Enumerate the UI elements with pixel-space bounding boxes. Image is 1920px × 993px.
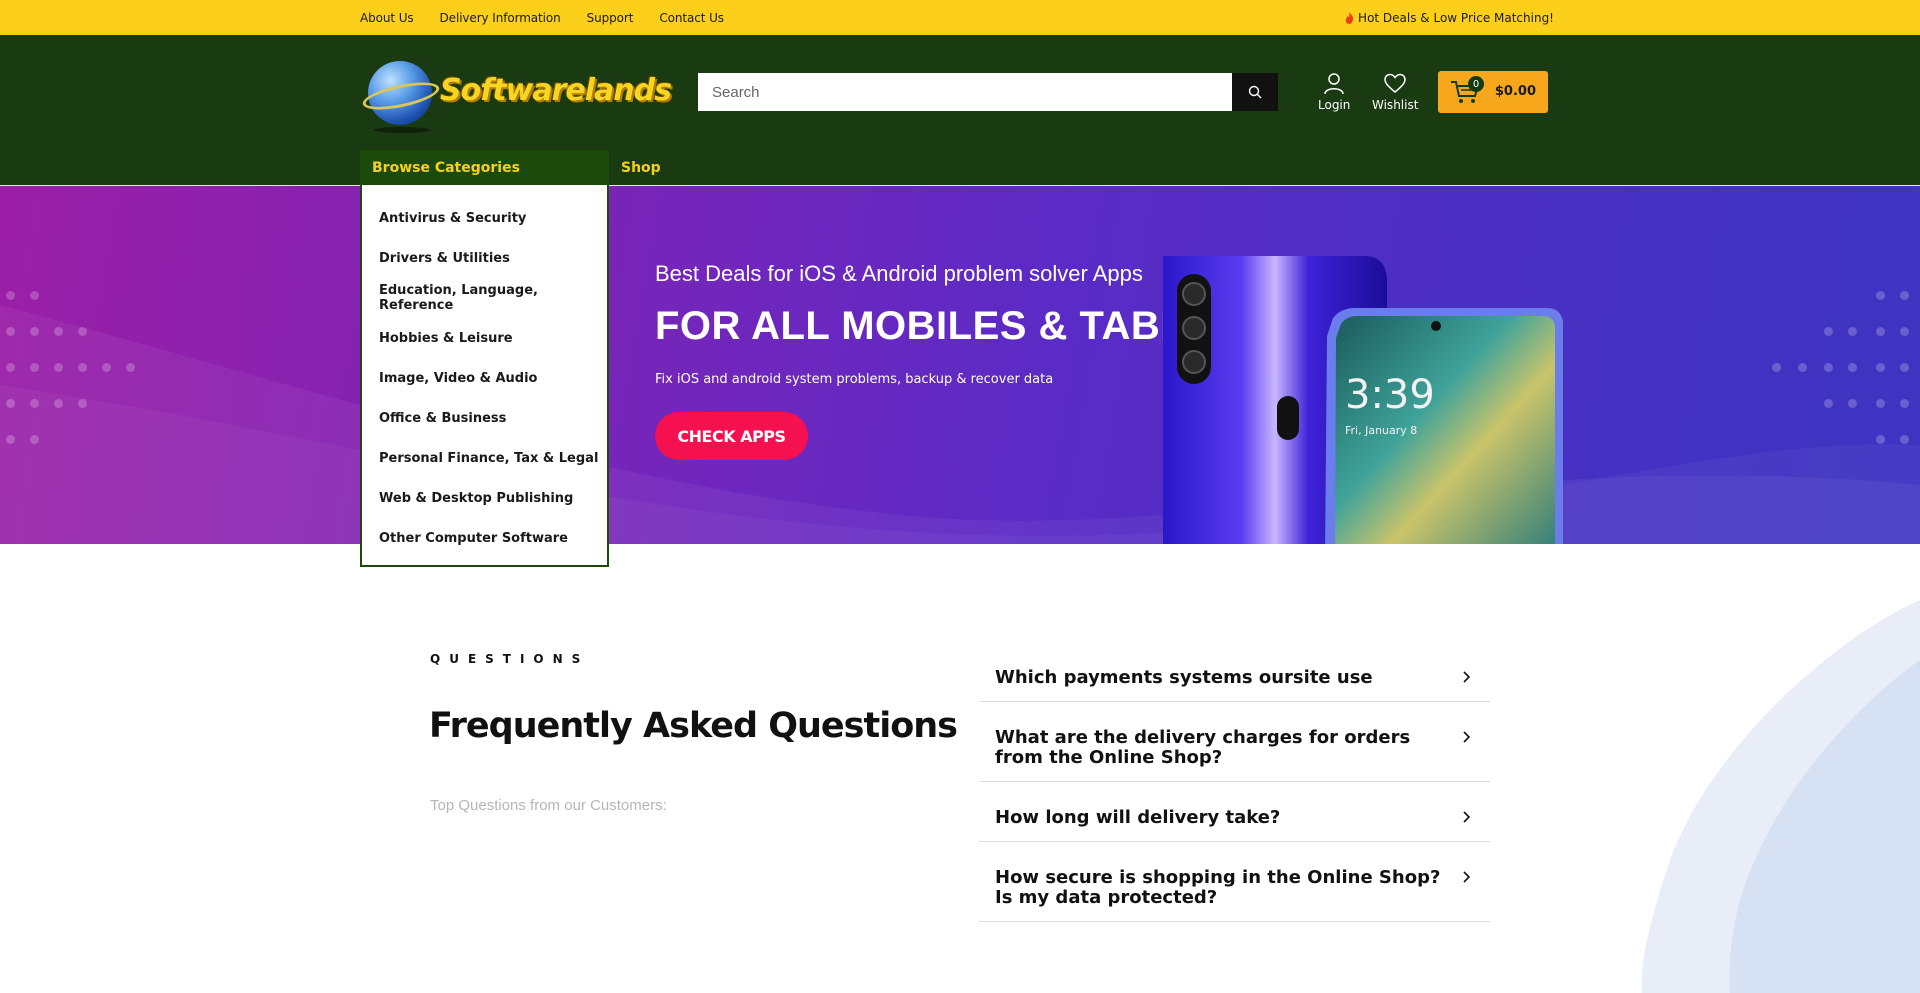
faq-subtitle: Top Questions from our Customers: [430,797,667,814]
search-button[interactable] [1232,73,1278,111]
support-link[interactable]: Support [587,11,634,25]
site-logo[interactable]: Softwarelands [360,59,672,133]
logo-shadow [374,127,430,133]
faq-title: Frequently Asked Questions [429,706,958,746]
logo-text: Softwarelands [440,73,672,108]
faq-item[interactable]: How long will delivery take? [979,795,1490,842]
wishlist-label: Wishlist [1372,98,1419,112]
promo-text: Hot Deals & Low Price Matching! [1358,10,1554,25]
promo-banner: Hot Deals & Low Price Matching! [1345,0,1554,35]
hero-wave-decoration [0,305,1920,544]
faq-question: What are the delivery charges for orders… [995,727,1411,768]
category-item[interactable]: Drivers & Utilities [362,238,607,278]
wishlist-button[interactable]: Wishlist [1372,71,1418,112]
faq-question: Which payments systems oursite use [995,667,1373,688]
category-item[interactable]: Education, Language, Reference [362,278,607,318]
heart-icon [1384,73,1406,93]
faq-item[interactable]: What are the delivery charges for orders… [979,715,1490,782]
cart-count-badge: 0 [1468,76,1484,92]
phones-image: 3:39 Fri, January 8 [1163,256,1563,544]
category-item[interactable]: Web & Desktop Publishing [362,478,607,518]
faq-question: How long will delivery take? [995,807,1281,828]
user-icon [1324,73,1344,95]
search-bar [698,73,1278,111]
main-nav: Browse Categories Shop [0,150,1920,185]
category-dropdown: Antivirus & Security Drivers & Utilities… [360,185,609,567]
category-item[interactable]: Hobbies & Leisure [362,318,607,358]
browse-categories-button[interactable]: Browse Categories [360,150,609,185]
cart-total: $0.00 [1494,84,1536,99]
chevron-right-icon [1463,811,1471,823]
faq-background-shape [1641,600,1920,993]
category-item[interactable]: Office & Business [362,398,607,438]
phone-time: 3:39 [1345,372,1435,418]
faq-kicker: QUESTIONS [430,652,590,666]
chevron-right-icon [1463,671,1471,683]
contact-us-link[interactable]: Contact Us [659,11,724,25]
login-label: Login [1318,98,1351,112]
faq-list: Which payments systems oursite use What … [979,655,1490,922]
hero-subtitle: Best Deals for iOS & Android problem sol… [655,261,1143,286]
about-us-link[interactable]: About Us [360,11,414,25]
check-apps-button[interactable]: CHECK APPS [655,412,808,460]
faq-item[interactable]: How secure is shopping in the Online Sho… [979,855,1490,922]
faq-question: How secure is shopping in the Online Sho… [995,867,1441,908]
hero-banner: Best Deals for iOS & Android problem sol… [0,185,1920,544]
search-icon [1248,85,1262,99]
chevron-right-icon [1463,731,1471,743]
top-bar: About Us Delivery Information Support Co… [0,0,1920,35]
category-item[interactable]: Antivirus & Security [362,198,607,238]
phone-date: Fri, January 8 [1345,424,1417,437]
login-button[interactable]: Login [1318,71,1350,112]
search-input[interactable] [698,73,1232,111]
category-item[interactable]: Other Computer Software [362,518,607,558]
chevron-right-icon [1463,871,1471,883]
faq-item[interactable]: Which payments systems oursite use [979,655,1490,702]
hero-description: Fix iOS and android system problems, bac… [655,372,1054,387]
shop-link[interactable]: Shop [621,150,661,185]
category-item[interactable]: Personal Finance, Tax & Legal [362,438,607,478]
delivery-information-link[interactable]: Delivery Information [440,11,561,25]
category-item[interactable]: Image, Video & Audio [362,358,607,398]
fire-icon [1345,11,1354,24]
cart-button[interactable]: 0 $0.00 [1438,71,1548,113]
top-links: About Us Delivery Information Support Co… [360,0,724,35]
